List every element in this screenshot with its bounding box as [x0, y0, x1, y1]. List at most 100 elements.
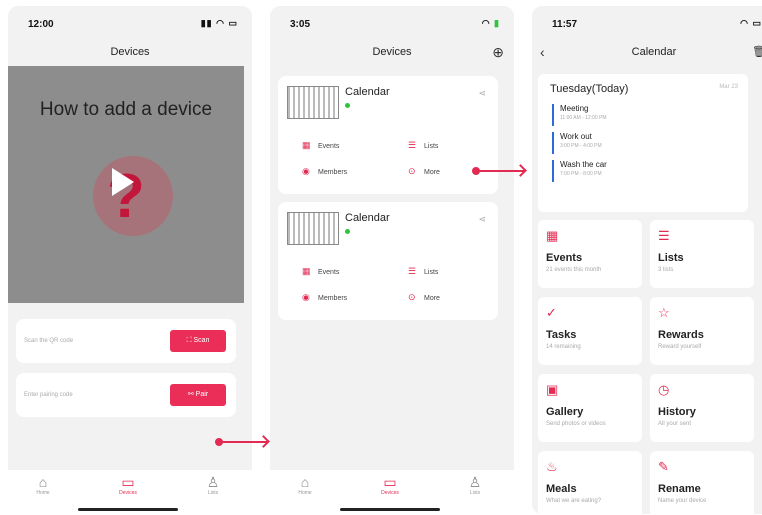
- tile-subtitle: Name your device: [658, 498, 707, 504]
- tile-meals[interactable]: ♨ Meals What we are eating?: [538, 451, 642, 514]
- device-icon: ▭: [383, 474, 397, 490]
- more-icon: ⊙: [408, 292, 416, 302]
- tab-devices[interactable]: ▭ Devices: [103, 474, 153, 496]
- tab-devices[interactable]: ▭ Devices: [365, 474, 415, 496]
- status-bar: 12:00 ▮▮ ◠ ▭: [8, 6, 252, 44]
- device-card[interactable]: Calendar ⋖ ▦ Events ☰ Lists ◉ Members ⊙ More: [278, 76, 498, 194]
- tile-rename[interactable]: ✎ Rename Name your device: [650, 451, 754, 514]
- tile-events[interactable]: ▦ Events 21 events this month: [538, 220, 642, 288]
- menu-lists[interactable]: ☰ Lists: [408, 266, 438, 277]
- menu-more-label: More: [424, 295, 440, 302]
- device-card[interactable]: Calendar ⋖ ▦ Events ☰ Lists ◉ Members ⊙ More: [278, 202, 498, 320]
- edit-icon: ✎: [658, 459, 669, 474]
- tile-tasks[interactable]: ✓ Tasks 14 remaining: [538, 297, 642, 365]
- back-icon[interactable]: ‹: [540, 44, 545, 60]
- tab-home-label: Home: [298, 490, 312, 496]
- tab-home[interactable]: ⌂ Home: [280, 474, 330, 496]
- image-icon: ▣: [546, 382, 559, 397]
- tasks-icon: ✓: [546, 305, 557, 320]
- tile-gallery[interactable]: ▣ Gallery Send photos or videos: [538, 374, 642, 442]
- day-header: Tuesday(Today): [550, 83, 629, 95]
- pair-input[interactable]: Enter pairing code: [24, 392, 73, 398]
- menu-members-label: Members: [318, 169, 348, 176]
- scan-button[interactable]: ⛶ Scan: [170, 330, 226, 352]
- tile-subtitle: All your sent: [658, 421, 692, 427]
- nav-bar: Devices: [8, 44, 252, 68]
- menu-events[interactable]: ▦ Events: [302, 140, 339, 151]
- arrow-head: [514, 164, 527, 177]
- home-icon: ⌂: [38, 474, 48, 490]
- trash-icon[interactable]: 🗑: [752, 44, 762, 60]
- menu-more[interactable]: ⊙ More: [408, 292, 440, 303]
- tab-lists[interactable]: ♙ Lists: [188, 474, 238, 496]
- today-card[interactable]: Tuesday(Today) Mar 23 Meeting 11:00 AM - …: [538, 74, 748, 212]
- status-time: 12:00: [28, 19, 54, 30]
- scan-input[interactable]: Scan the QR code: [24, 338, 73, 344]
- event-item[interactable]: Wash the car 7:00 PM - 8:00 PM: [552, 160, 607, 182]
- menu-more-label: More: [424, 169, 440, 176]
- page-title: Devices: [372, 46, 412, 58]
- tile-lists[interactable]: ☰ Lists 3 lists: [650, 220, 754, 288]
- nav-bar: ‹ Calendar 🗑: [532, 44, 762, 68]
- status-time: 11:57: [552, 19, 578, 30]
- arrow-head: [257, 435, 270, 448]
- tile-subtitle: Reward yourself: [658, 344, 702, 350]
- share-icon[interactable]: ⋖: [478, 214, 486, 225]
- add-device-icon[interactable]: ⊕: [492, 44, 504, 60]
- menu-lists-label: Lists: [424, 269, 439, 276]
- tutorial-video[interactable]: How to add a device ?: [8, 66, 244, 303]
- star-icon: ☆: [658, 305, 670, 320]
- calendar-icon: ▦: [302, 140, 311, 150]
- list-icon: ☰: [408, 266, 417, 276]
- tab-home[interactable]: ⌂ Home: [18, 474, 68, 496]
- meal-icon: ♨: [546, 459, 558, 474]
- tile-subtitle: What we are eating?: [546, 498, 602, 504]
- menu-lists[interactable]: ☰ Lists: [408, 140, 438, 151]
- menu-events[interactable]: ▦ Events: [302, 266, 339, 277]
- tile-subtitle: Send photos or videos: [546, 421, 606, 427]
- online-dot: [345, 229, 350, 234]
- event-name: Meeting: [560, 104, 589, 113]
- device-icon: ▭: [121, 474, 135, 490]
- tile-title: Rewards: [658, 329, 704, 341]
- tab-lists[interactable]: ♙ Lists: [450, 474, 500, 496]
- status-bar: 3:05 ◠ ▮: [270, 6, 514, 44]
- tile-title: Meals: [546, 483, 577, 495]
- tab-devices-label: Devices: [381, 490, 399, 496]
- menu-more[interactable]: ⊙ More: [408, 166, 440, 177]
- tile-history[interactable]: ◷ History All your sent: [650, 374, 754, 442]
- device-name: Calendar: [345, 212, 390, 224]
- tile-title: Gallery: [546, 406, 584, 418]
- event-item[interactable]: Meeting 11:00 AM - 12:00 PM: [552, 104, 607, 126]
- tile-rewards[interactable]: ☆ Rewards Reward yourself: [650, 297, 754, 365]
- home-indicator: [78, 508, 178, 511]
- tile-title: Rename: [658, 483, 701, 495]
- arrow-dot: [472, 167, 480, 175]
- member-icon: ◉: [302, 166, 310, 176]
- calendar-thumbnail: [287, 212, 339, 245]
- menu-events-label: Events: [318, 143, 340, 150]
- play-icon[interactable]: [112, 168, 134, 196]
- event-time: 11:00 AM - 12:00 PM: [560, 115, 607, 121]
- device-name: Calendar: [345, 86, 390, 98]
- status-bar: 11:57 ◠ ▭: [532, 6, 762, 44]
- home-icon: ⌂: [300, 474, 310, 490]
- menu-members[interactable]: ◉ Members: [302, 166, 347, 177]
- event-time: 3:00 PM - 4:00 PM: [560, 143, 602, 149]
- tab-home-label: Home: [36, 490, 50, 496]
- menu-members[interactable]: ◉ Members: [302, 292, 347, 303]
- tab-lists-label: Lists: [469, 490, 481, 496]
- phone-devices-empty: 12:00 ▮▮ ◠ ▭ Devices How to add a device…: [8, 6, 252, 514]
- menu-events-label: Events: [318, 269, 340, 276]
- menu-members-label: Members: [318, 295, 348, 302]
- event-item[interactable]: Work out 3:00 PM - 4:00 PM: [552, 132, 602, 154]
- signal-icon: ◠ ▮: [481, 18, 500, 28]
- share-icon[interactable]: ⋖: [478, 88, 486, 99]
- page-title: Calendar: [631, 46, 677, 58]
- home-indicator: [340, 508, 440, 511]
- event-name: Wash the car: [560, 160, 607, 169]
- tile-title: Events: [546, 252, 583, 264]
- clock-icon: ◷: [658, 382, 670, 397]
- pair-button[interactable]: ⚯ Pair: [170, 384, 226, 406]
- list-icon: ☰: [408, 140, 417, 150]
